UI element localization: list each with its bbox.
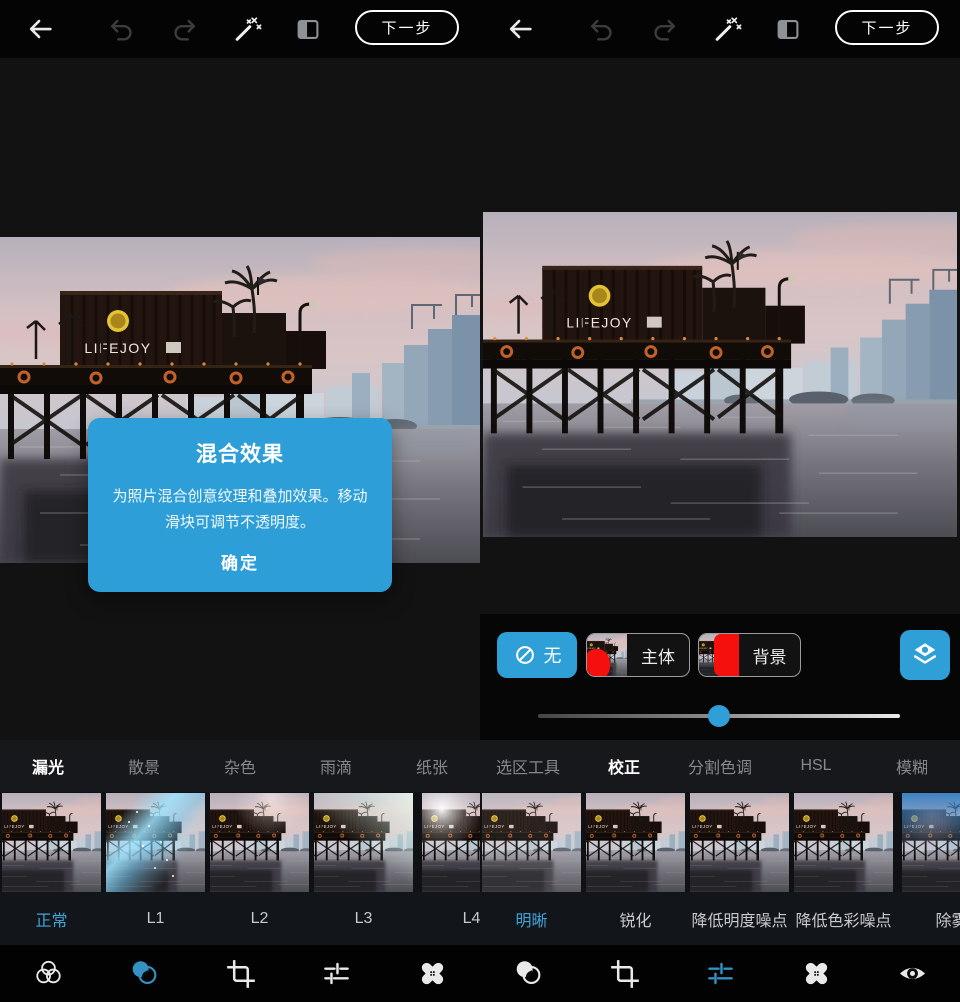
photo-preview[interactable]: [483, 212, 957, 537]
crop-icon[interactable]: [576, 945, 672, 1002]
dialog-title: 混合效果: [108, 438, 372, 468]
preset-thumb-l1[interactable]: [106, 793, 205, 892]
mask-subject-button[interactable]: 主体: [586, 633, 690, 677]
left-preset-thumbnails: [0, 792, 480, 892]
opacity-slider-thumb[interactable]: [708, 705, 730, 727]
preset-thumb-luminance-noise[interactable]: [690, 793, 789, 892]
right-photo-canvas: 无 主体 背景: [480, 58, 960, 740]
redo-icon[interactable]: [648, 13, 680, 45]
heal-bandaid-icon[interactable]: [384, 945, 480, 1002]
left-preset-labels: 正常 L1 L2 L3 L4: [0, 892, 480, 945]
magic-wand-icon[interactable]: [711, 13, 743, 45]
preset-thumb-normal[interactable]: [2, 793, 101, 892]
tab-bokeh[interactable]: 散景: [96, 740, 192, 792]
undo-icon[interactable]: [586, 13, 618, 45]
preset-label-luminance-noise[interactable]: 降低明度噪点: [690, 892, 789, 945]
adjust-sliders-icon[interactable]: [672, 945, 768, 1002]
before-after-icon[interactable]: [292, 13, 324, 45]
right-topbar: 下一步: [480, 0, 960, 58]
mask-none-label: 无: [544, 642, 562, 668]
layers-icon: [910, 640, 940, 670]
tab-paper[interactable]: 纸张: [384, 740, 480, 792]
right-category-tabs: 选区工具 校正 分割色调 HSL 模糊: [480, 740, 960, 792]
preset-thumb-l2[interactable]: [210, 793, 309, 892]
tab-noise[interactable]: 杂色: [192, 740, 288, 792]
right-preset-labels: 明晰 锐化 降低明度噪点 降低色彩噪点 除雾: [480, 892, 960, 945]
prohibition-icon: [513, 643, 537, 667]
preset-label-l3[interactable]: L3: [314, 892, 413, 945]
left-category-tabs: 漏光 散景 杂色 雨滴 纸张: [0, 740, 480, 792]
opacity-slider-track[interactable]: [538, 714, 900, 718]
preset-thumb-sharpen[interactable]: [586, 793, 685, 892]
filters-icon[interactable]: [0, 945, 96, 1002]
preset-label-color-noise[interactable]: 降低色彩噪点: [794, 892, 893, 945]
preset-label-sharpen[interactable]: 锐化: [586, 892, 685, 945]
tab-hsl[interactable]: HSL: [768, 740, 864, 792]
right-preset-thumbnails: [480, 792, 960, 892]
background-mask-thumbnail: [699, 634, 739, 676]
undo-icon[interactable]: [106, 13, 138, 45]
subject-mask-overlay: [587, 649, 610, 676]
back-icon[interactable]: [24, 13, 56, 45]
mask-background-label: 背景: [739, 643, 800, 668]
preset-thumb-clarity[interactable]: [482, 793, 581, 892]
mask-none-button[interactable]: 无: [497, 632, 577, 678]
left-bottom-toolbar: [0, 945, 480, 1002]
before-after-icon[interactable]: [772, 13, 804, 45]
magic-wand-icon[interactable]: [231, 13, 263, 45]
preset-label-clarity[interactable]: 明晰: [482, 892, 581, 945]
mask-selection-row: 无 主体 背景: [480, 628, 960, 688]
tab-correction[interactable]: 校正: [576, 740, 672, 792]
left-screen: 下一步 混合效果 为照片混合创意纹理和叠加效果。移动滑块可调节不透明度。 确定 …: [0, 0, 480, 1002]
opacity-slider-row: [480, 690, 960, 740]
preset-label-normal[interactable]: 正常: [2, 892, 101, 945]
dialog-body: 为照片混合创意纹理和叠加效果。移动滑块可调节不透明度。: [108, 484, 372, 535]
left-topbar: 下一步: [0, 0, 480, 58]
preset-label-dehaze[interactable]: 除雾: [902, 892, 960, 945]
next-step-button[interactable]: 下一步: [835, 10, 939, 45]
blend-icon[interactable]: [480, 945, 576, 1002]
right-bottom-toolbar: [480, 945, 960, 1002]
tab-split-tone[interactable]: 分割色调: [672, 740, 768, 792]
preset-thumb-l3[interactable]: [314, 793, 413, 892]
back-icon[interactable]: [504, 13, 536, 45]
next-step-button[interactable]: 下一步: [355, 10, 459, 45]
mask-subject-label: 主体: [627, 643, 689, 668]
crop-icon[interactable]: [192, 945, 288, 1002]
redo-icon[interactable]: [168, 13, 200, 45]
left-photo-canvas: 混合效果 为照片混合创意纹理和叠加效果。移动滑块可调节不透明度。 确定: [0, 58, 480, 740]
dialog-ok-button[interactable]: 确定: [108, 549, 372, 574]
heal-bandaid-icon[interactable]: [768, 945, 864, 1002]
mask-background-button[interactable]: 背景: [698, 633, 801, 677]
subject-mask-thumbnail: [587, 634, 627, 676]
preset-thumb-color-noise[interactable]: [794, 793, 893, 892]
tab-light-leak[interactable]: 漏光: [0, 740, 96, 792]
blend-effect-dialog: 混合效果 为照片混合创意纹理和叠加效果。移动滑块可调节不透明度。 确定: [88, 418, 392, 592]
right-screen: 下一步 无 主体: [480, 0, 960, 1002]
preset-thumb-dehaze[interactable]: [902, 793, 960, 892]
tab-raindrop[interactable]: 雨滴: [288, 740, 384, 792]
preset-label-l1[interactable]: L1: [106, 892, 205, 945]
adjust-sliders-icon[interactable]: [288, 945, 384, 1002]
tab-selection-tools[interactable]: 选区工具: [480, 740, 576, 792]
tab-blur[interactable]: 模糊: [864, 740, 960, 792]
layers-button[interactable]: [900, 630, 950, 680]
blend-icon[interactable]: [96, 945, 192, 1002]
selection-controls-strip: 无 主体 背景: [480, 614, 960, 740]
visibility-eye-icon[interactable]: [864, 945, 960, 1002]
background-mask-overlay: [714, 634, 739, 676]
preset-label-l2[interactable]: L2: [210, 892, 309, 945]
